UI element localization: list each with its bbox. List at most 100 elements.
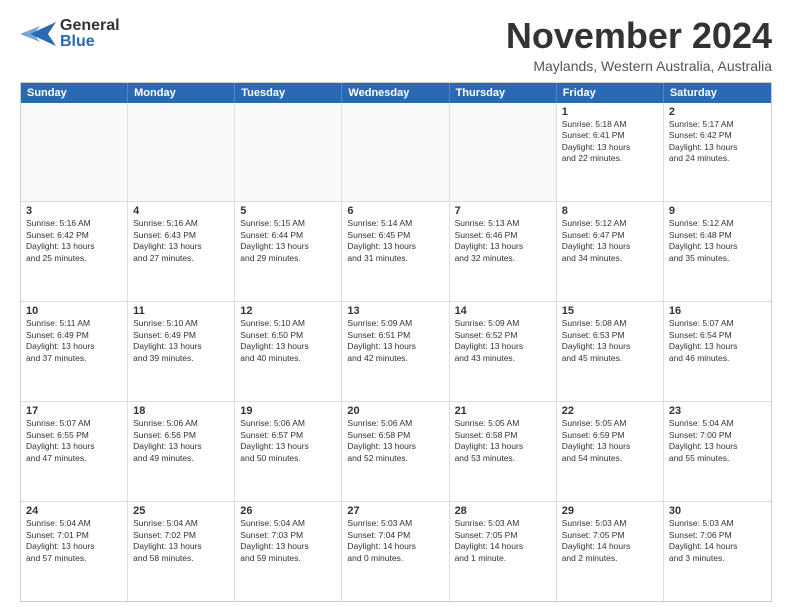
day-number: 22 (562, 405, 658, 417)
week-row-2: 10Sunrise: 5:11 AM Sunset: 6:49 PM Dayli… (21, 302, 771, 402)
day-info: Sunrise: 5:07 AM Sunset: 6:54 PM Dayligh… (669, 318, 766, 364)
day-info: Sunrise: 5:14 AM Sunset: 6:45 PM Dayligh… (347, 218, 443, 264)
day-info: Sunrise: 5:04 AM Sunset: 7:03 PM Dayligh… (240, 518, 336, 564)
day-info: Sunrise: 5:13 AM Sunset: 6:46 PM Dayligh… (455, 218, 551, 264)
day-number: 16 (669, 305, 766, 317)
logo-blue-text: Blue (60, 34, 120, 50)
day-number: 20 (347, 405, 443, 417)
header-sunday: Sunday (21, 83, 128, 103)
day-number: 17 (26, 405, 122, 417)
day-info: Sunrise: 5:03 AM Sunset: 7:06 PM Dayligh… (669, 518, 766, 564)
day-info: Sunrise: 5:06 AM Sunset: 6:57 PM Dayligh… (240, 418, 336, 464)
table-row: 22Sunrise: 5:05 AM Sunset: 6:59 PM Dayli… (557, 402, 664, 501)
day-info: Sunrise: 5:06 AM Sunset: 6:58 PM Dayligh… (347, 418, 443, 464)
week-row-4: 24Sunrise: 5:04 AM Sunset: 7:01 PM Dayli… (21, 502, 771, 601)
header-saturday: Saturday (664, 83, 771, 103)
table-row: 18Sunrise: 5:06 AM Sunset: 6:56 PM Dayli… (128, 402, 235, 501)
calendar-header: Sunday Monday Tuesday Wednesday Thursday… (21, 83, 771, 103)
table-row: 27Sunrise: 5:03 AM Sunset: 7:04 PM Dayli… (342, 502, 449, 601)
day-number: 2 (669, 106, 766, 118)
table-row: 20Sunrise: 5:06 AM Sunset: 6:58 PM Dayli… (342, 402, 449, 501)
day-number: 23 (669, 405, 766, 417)
day-info: Sunrise: 5:08 AM Sunset: 6:53 PM Dayligh… (562, 318, 658, 364)
day-number: 4 (133, 205, 229, 217)
day-number: 19 (240, 405, 336, 417)
day-info: Sunrise: 5:03 AM Sunset: 7:04 PM Dayligh… (347, 518, 443, 564)
day-number: 18 (133, 405, 229, 417)
calendar-body: 1Sunrise: 5:18 AM Sunset: 6:41 PM Daylig… (21, 103, 771, 601)
header-friday: Friday (557, 83, 664, 103)
day-info: Sunrise: 5:10 AM Sunset: 6:50 PM Dayligh… (240, 318, 336, 364)
table-row (450, 103, 557, 202)
table-row: 29Sunrise: 5:03 AM Sunset: 7:05 PM Dayli… (557, 502, 664, 601)
day-info: Sunrise: 5:10 AM Sunset: 6:49 PM Dayligh… (133, 318, 229, 364)
title-block: November 2024 Maylands, Western Australi… (506, 16, 772, 74)
table-row: 7Sunrise: 5:13 AM Sunset: 6:46 PM Daylig… (450, 202, 557, 301)
day-number: 11 (133, 305, 229, 317)
logo-name: General Blue (60, 18, 120, 50)
table-row (342, 103, 449, 202)
table-row: 26Sunrise: 5:04 AM Sunset: 7:03 PM Dayli… (235, 502, 342, 601)
day-info: Sunrise: 5:04 AM Sunset: 7:00 PM Dayligh… (669, 418, 766, 464)
day-info: Sunrise: 5:12 AM Sunset: 6:48 PM Dayligh… (669, 218, 766, 264)
table-row: 19Sunrise: 5:06 AM Sunset: 6:57 PM Dayli… (235, 402, 342, 501)
header-thursday: Thursday (450, 83, 557, 103)
table-row: 3Sunrise: 5:16 AM Sunset: 6:42 PM Daylig… (21, 202, 128, 301)
day-info: Sunrise: 5:15 AM Sunset: 6:44 PM Dayligh… (240, 218, 336, 264)
table-row: 12Sunrise: 5:10 AM Sunset: 6:50 PM Dayli… (235, 302, 342, 401)
table-row (21, 103, 128, 202)
day-info: Sunrise: 5:09 AM Sunset: 6:51 PM Dayligh… (347, 318, 443, 364)
table-row: 4Sunrise: 5:16 AM Sunset: 6:43 PM Daylig… (128, 202, 235, 301)
month-title: November 2024 (506, 16, 772, 56)
day-number: 25 (133, 505, 229, 517)
header: General Blue November 2024 Maylands, Wes… (20, 16, 772, 74)
week-row-3: 17Sunrise: 5:07 AM Sunset: 6:55 PM Dayli… (21, 402, 771, 502)
table-row: 8Sunrise: 5:12 AM Sunset: 6:47 PM Daylig… (557, 202, 664, 301)
table-row: 23Sunrise: 5:04 AM Sunset: 7:00 PM Dayli… (664, 402, 771, 501)
day-info: Sunrise: 5:12 AM Sunset: 6:47 PM Dayligh… (562, 218, 658, 264)
week-row-1: 3Sunrise: 5:16 AM Sunset: 6:42 PM Daylig… (21, 202, 771, 302)
calendar: Sunday Monday Tuesday Wednesday Thursday… (20, 82, 772, 602)
day-number: 15 (562, 305, 658, 317)
table-row: 30Sunrise: 5:03 AM Sunset: 7:06 PM Dayli… (664, 502, 771, 601)
header-wednesday: Wednesday (342, 83, 449, 103)
day-number: 26 (240, 505, 336, 517)
day-number: 1 (562, 106, 658, 118)
day-info: Sunrise: 5:05 AM Sunset: 6:58 PM Dayligh… (455, 418, 551, 464)
day-info: Sunrise: 5:03 AM Sunset: 7:05 PM Dayligh… (562, 518, 658, 564)
day-info: Sunrise: 5:09 AM Sunset: 6:52 PM Dayligh… (455, 318, 551, 364)
table-row: 13Sunrise: 5:09 AM Sunset: 6:51 PM Dayli… (342, 302, 449, 401)
day-number: 21 (455, 405, 551, 417)
day-number: 5 (240, 205, 336, 217)
table-row: 15Sunrise: 5:08 AM Sunset: 6:53 PM Dayli… (557, 302, 664, 401)
table-row: 1Sunrise: 5:18 AM Sunset: 6:41 PM Daylig… (557, 103, 664, 202)
logo-general-text: General (60, 18, 120, 34)
day-info: Sunrise: 5:18 AM Sunset: 6:41 PM Dayligh… (562, 119, 658, 165)
table-row: 28Sunrise: 5:03 AM Sunset: 7:05 PM Dayli… (450, 502, 557, 601)
logo-icon (20, 16, 56, 52)
day-number: 28 (455, 505, 551, 517)
day-info: Sunrise: 5:07 AM Sunset: 6:55 PM Dayligh… (26, 418, 122, 464)
page: General Blue November 2024 Maylands, Wes… (0, 0, 792, 612)
day-info: Sunrise: 5:03 AM Sunset: 7:05 PM Dayligh… (455, 518, 551, 564)
day-info: Sunrise: 5:05 AM Sunset: 6:59 PM Dayligh… (562, 418, 658, 464)
day-info: Sunrise: 5:17 AM Sunset: 6:42 PM Dayligh… (669, 119, 766, 165)
table-row: 16Sunrise: 5:07 AM Sunset: 6:54 PM Dayli… (664, 302, 771, 401)
table-row: 24Sunrise: 5:04 AM Sunset: 7:01 PM Dayli… (21, 502, 128, 601)
table-row: 5Sunrise: 5:15 AM Sunset: 6:44 PM Daylig… (235, 202, 342, 301)
table-row: 2Sunrise: 5:17 AM Sunset: 6:42 PM Daylig… (664, 103, 771, 202)
table-row: 25Sunrise: 5:04 AM Sunset: 7:02 PM Dayli… (128, 502, 235, 601)
table-row: 14Sunrise: 5:09 AM Sunset: 6:52 PM Dayli… (450, 302, 557, 401)
day-number: 27 (347, 505, 443, 517)
table-row: 6Sunrise: 5:14 AM Sunset: 6:45 PM Daylig… (342, 202, 449, 301)
day-info: Sunrise: 5:16 AM Sunset: 6:42 PM Dayligh… (26, 218, 122, 264)
day-info: Sunrise: 5:16 AM Sunset: 6:43 PM Dayligh… (133, 218, 229, 264)
day-number: 6 (347, 205, 443, 217)
location-text: Maylands, Western Australia, Australia (506, 58, 772, 74)
day-number: 29 (562, 505, 658, 517)
day-info: Sunrise: 5:06 AM Sunset: 6:56 PM Dayligh… (133, 418, 229, 464)
table-row: 21Sunrise: 5:05 AM Sunset: 6:58 PM Dayli… (450, 402, 557, 501)
table-row (235, 103, 342, 202)
table-row: 10Sunrise: 5:11 AM Sunset: 6:49 PM Dayli… (21, 302, 128, 401)
day-number: 8 (562, 205, 658, 217)
